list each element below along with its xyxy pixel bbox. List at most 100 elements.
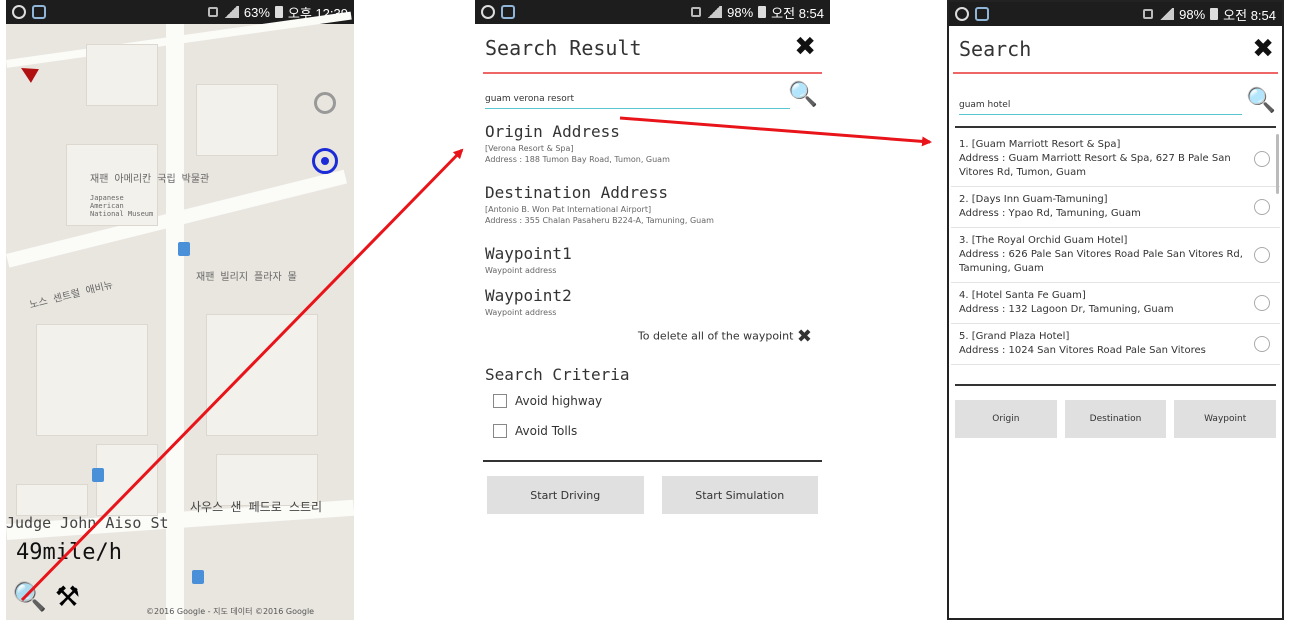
map-label-museum-en: Japanese American National Museum — [90, 194, 154, 218]
origin-title: Origin Address — [485, 122, 620, 141]
search-result-screen: 98% 오전 8:54 Search Result ✖ 🔍 Origin Add… — [475, 0, 830, 620]
list-item[interactable]: 1. [Guam Marriott Resort & Spa] Address … — [951, 132, 1280, 187]
destination-button[interactable]: Destination — [1064, 400, 1167, 438]
my-location-button[interactable] — [312, 148, 338, 174]
signal-icon — [1158, 8, 1175, 20]
map-screen: 63% 오후 12:39 재팬 아메리칸 국립 박물관 Japanese Ame… — [6, 0, 354, 620]
destination-address: Address : 355 Chalan Pasaheru B224-A, Ta… — [485, 216, 714, 225]
sync-icon — [955, 7, 969, 21]
screen-icon — [32, 5, 46, 19]
delete-waypoints-label: To delete all of the waypoint — [637, 329, 794, 343]
map-label-museum-ko: 재팬 아메리칸 국립 박물관 — [90, 174, 210, 185]
criteria-title: Search Criteria — [485, 365, 630, 384]
start-driving-button[interactable]: Start Driving — [487, 476, 644, 514]
result-address: Address : Guam Marriott Resort & Spa, 62… — [959, 153, 1231, 178]
result-radio[interactable] — [1254, 336, 1270, 352]
status-bar: 98% 오전 8:54 — [949, 2, 1282, 26]
street-label: Judge John Aiso St — [6, 514, 169, 532]
origin-name: [Verona Resort & Spa] — [485, 144, 574, 153]
avoid-tolls-option[interactable]: Avoid Tolls — [475, 416, 830, 446]
result-address: Address : 132 Lagoon Dr, Tamuning, Guam — [959, 304, 1174, 315]
destination-section[interactable]: Destination Address [Antonio B. Won Pat … — [475, 183, 830, 226]
location-icon — [691, 7, 702, 17]
result-name: 3. [The Royal Orchid Guam Hotel] — [959, 235, 1128, 246]
battery-percent: 98% — [727, 4, 754, 20]
result-address: Address : 626 Pale San Vitores Road Pale… — [959, 249, 1243, 274]
screen-icon — [501, 5, 515, 19]
search-globe-icon[interactable]: 🔍 — [12, 580, 47, 613]
page-title: Search Result — [485, 36, 642, 60]
avoid-tolls-label: Avoid Tolls — [515, 424, 578, 438]
list-item[interactable]: 2. [Days Inn Guam-Tamuning] Address : Yp… — [951, 187, 1280, 228]
street-label-ko: 사우스 샌 페드로 스트리 — [190, 500, 323, 514]
waypoint1-title: Waypoint1 — [485, 244, 572, 263]
search-globe-icon[interactable]: 🔍 — [788, 80, 818, 108]
map-copyright: ©2016 Google - 지도 데이터 ©2016 Google — [146, 607, 315, 616]
compass-icon[interactable] — [314, 92, 336, 114]
list-divider-top — [955, 126, 1276, 128]
waypoint2-section[interactable]: Waypoint2 Waypoint address — [475, 286, 830, 318]
battery-icon — [274, 6, 283, 18]
waypoint1-section[interactable]: Waypoint1 Waypoint address — [475, 244, 830, 276]
waypoint2-address: Waypoint address — [485, 308, 557, 317]
map-view[interactable]: 재팬 아메리칸 국립 박물관 Japanese American Nationa… — [6, 11, 354, 620]
map-label-avenue: 노스 센트럴 애비뉴 — [28, 279, 115, 312]
result-radio[interactable] — [1254, 151, 1270, 167]
signal-icon — [222, 6, 239, 18]
origin-address: Address : 188 Tumon Bay Road, Tumon, Gua… — [485, 155, 670, 164]
close-icon[interactable]: ✖ — [794, 34, 816, 60]
result-name: 5. [Grand Plaza Hotel] — [959, 331, 1070, 342]
list-item[interactable]: 5. [Grand Plaza Hotel] Address : 1024 Sa… — [951, 324, 1280, 365]
settings-tools-icon[interactable]: ⚒ — [55, 580, 80, 613]
result-name: 4. [Hotel Santa Fe Guam] — [959, 290, 1086, 301]
clock: 오전 8:54 — [1223, 7, 1276, 23]
waypoint1-address: Waypoint address — [485, 266, 557, 275]
search-screen: 98% 오전 8:54 Search ✖ 🔍 1. [Guam Marriott… — [947, 0, 1284, 620]
status-bar: 98% 오전 8:54 — [475, 0, 830, 24]
start-simulation-button[interactable]: Start Simulation — [661, 476, 818, 514]
result-radio[interactable] — [1254, 295, 1270, 311]
waypoint2-title: Waypoint2 — [485, 286, 572, 305]
close-icon[interactable]: ✖ — [1252, 36, 1274, 62]
delete-waypoints-row[interactable]: To delete all of the waypoint ✖ — [475, 326, 830, 347]
battery-icon — [1210, 8, 1219, 20]
origin-button[interactable]: Origin — [955, 400, 1057, 438]
avoid-highway-checkbox[interactable] — [493, 394, 507, 408]
result-address: Address : 1024 San Vitores Road Pale San… — [959, 345, 1206, 356]
origin-section[interactable]: Origin Address [Verona Resort & Spa] Add… — [475, 122, 830, 165]
list-item[interactable]: 4. [Hotel Santa Fe Guam] Address : 132 L… — [951, 283, 1280, 324]
destination-title: Destination Address — [485, 183, 669, 202]
battery-percent: 98% — [1179, 6, 1206, 22]
result-name: 2. [Days Inn Guam-Tamuning] — [959, 194, 1108, 205]
signal-icon — [706, 6, 723, 18]
search-globe-icon[interactable]: 🔍 — [1246, 86, 1276, 114]
list-divider-bottom — [955, 384, 1276, 386]
list-item[interactable]: 3. [The Royal Orchid Guam Hotel] Address… — [951, 228, 1280, 283]
avoid-highway-option[interactable]: Avoid highway — [475, 386, 830, 416]
scrollbar[interactable] — [1276, 134, 1279, 194]
sync-icon — [481, 5, 495, 19]
avoid-highway-label: Avoid highway — [515, 394, 603, 408]
battery-icon — [758, 6, 767, 18]
sync-icon — [12, 5, 26, 19]
map-label-plaza: 재팬 빌리지 플라자 몰 — [196, 272, 297, 283]
location-icon — [1143, 9, 1154, 19]
clock: 오전 8:54 — [771, 5, 824, 21]
waypoint-button[interactable]: Waypoint — [1174, 400, 1277, 438]
close-icon[interactable]: ✖ — [797, 326, 812, 347]
search-input[interactable] — [959, 96, 1242, 115]
result-radio[interactable] — [1254, 247, 1270, 263]
transit-icon — [92, 468, 104, 482]
result-name: 1. [Guam Marriott Resort & Spa] — [959, 139, 1121, 150]
screen-icon — [975, 7, 989, 21]
search-results-list[interactable]: 1. [Guam Marriott Resort & Spa] Address … — [951, 132, 1280, 384]
search-input[interactable] — [485, 90, 790, 109]
result-address: Address : Ypao Rd, Tamuning, Guam — [959, 208, 1141, 219]
location-icon — [207, 7, 218, 17]
result-radio[interactable] — [1254, 199, 1270, 215]
battery-percent: 63% — [243, 4, 270, 20]
avoid-tolls-checkbox[interactable] — [493, 424, 507, 438]
section-divider — [483, 460, 822, 462]
transit-icon — [192, 570, 204, 584]
speed-readout: 49mile/h — [16, 540, 122, 565]
